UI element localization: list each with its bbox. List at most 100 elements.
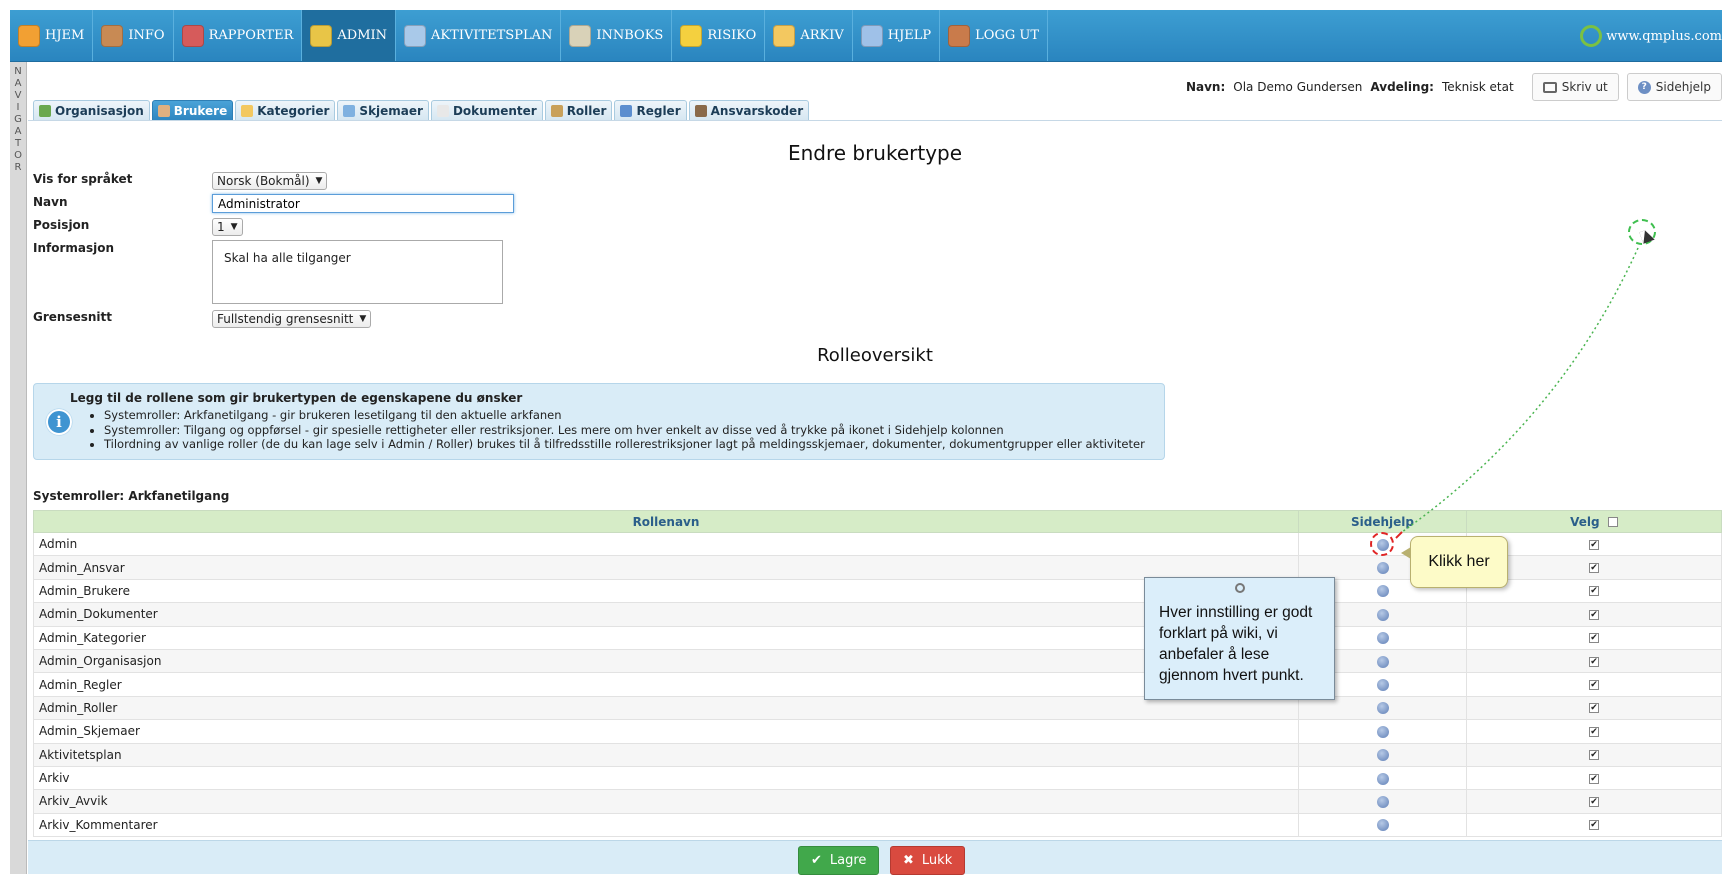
position-label: Posisjon: [33, 218, 90, 232]
help-info-icon[interactable]: [1376, 632, 1389, 645]
tab-skjemaer[interactable]: Skjemaer: [337, 100, 429, 121]
tab-label: Skjemaer: [359, 103, 423, 118]
navigator-letter: N: [14, 66, 22, 77]
select-cell: ✔: [1466, 719, 1722, 744]
role-select-checkbox[interactable]: ✔: [1589, 773, 1599, 784]
help-info-icon[interactable]: [1376, 655, 1389, 668]
help-cell: [1298, 812, 1467, 838]
tab-brukere[interactable]: Brukere: [151, 100, 234, 121]
guide-dotted-path: [1401, 247, 1639, 533]
info-box-title: Legg til de rollene som gir brukertypen …: [70, 391, 523, 405]
tab-ansvarskoder[interactable]: Ansvarskoder: [688, 100, 810, 121]
help-info-icon[interactable]: [1376, 749, 1389, 762]
navigator-letter: V: [14, 90, 22, 101]
select-cell: ✔: [1466, 672, 1722, 697]
print-button[interactable]: Skriv ut: [1531, 73, 1619, 101]
help-info-icon[interactable]: [1376, 585, 1389, 598]
brand[interactable]: www.qmplus.com: [1580, 10, 1722, 62]
user-info-line: Navn: Ola Demo Gundersen Avdeling: Tekni…: [1186, 73, 1722, 101]
help-info-icon[interactable]: [1376, 562, 1389, 575]
help-info-icon[interactable]: [1376, 702, 1389, 715]
nav-item-aktivitetsplan[interactable]: AKTIVITETSPLAN: [396, 10, 562, 61]
help-info-icon[interactable]: [1376, 772, 1389, 785]
tab-label: Organisasjon: [55, 103, 144, 118]
print-button-label: Skriv ut: [1561, 80, 1608, 94]
position-select[interactable]: 1 ▼: [212, 218, 243, 236]
table-row: Admin_Regler ✔: [33, 672, 1722, 697]
role-select-checkbox[interactable]: ✔: [1589, 703, 1599, 714]
nav-item-risiko[interactable]: RISIKO: [672, 10, 766, 61]
role-select-checkbox[interactable]: ✔: [1589, 633, 1599, 644]
nav-item-label: ARKIV: [800, 28, 844, 43]
nav-item-logg-ut[interactable]: LOGG UT: [940, 10, 1048, 61]
role-name-column-header[interactable]: Rollenavn: [33, 510, 1299, 533]
information-label: Informasjon: [33, 241, 115, 255]
role-name-cell: Admin_Regler: [33, 672, 1299, 697]
nav-item-info[interactable]: INFO: [93, 10, 174, 61]
tab-kategorier[interactable]: Kategorier: [235, 100, 336, 121]
info-icon: i: [46, 409, 72, 435]
role-select-checkbox[interactable]: ✔: [1589, 609, 1599, 620]
reports-chart-icon: [181, 24, 204, 47]
system-roles-section-title: Systemroller: Arkfanetilgang: [33, 489, 230, 503]
table-row: Admin_Organisasjon ✔: [33, 648, 1722, 674]
documents-icon: [436, 104, 449, 117]
help-info-icon[interactable]: [1376, 608, 1389, 621]
role-select-checkbox[interactable]: ✔: [1589, 820, 1599, 831]
table-row: Admin_Skjemaer ✔: [33, 719, 1722, 744]
role-select-checkbox[interactable]: ✔: [1589, 563, 1599, 574]
role-select-checkbox[interactable]: ✔: [1589, 726, 1599, 737]
click-target-marker: [1370, 532, 1394, 556]
table-row: Arkiv_Kommentarer ✔: [33, 812, 1722, 838]
nav-item-rapporter[interactable]: RAPPORTER: [174, 10, 303, 61]
role-select-checkbox[interactable]: ✔: [1589, 656, 1599, 667]
role-select-checkbox[interactable]: ✔: [1589, 750, 1599, 761]
checkmark-icon: ✔: [811, 853, 822, 868]
help-info-icon[interactable]: [1376, 725, 1389, 738]
select-cell: ✔: [1466, 602, 1722, 627]
navigator-strip[interactable]: NAVIGATOR: [10, 62, 27, 874]
help-info-icon[interactable]: [1376, 795, 1389, 808]
interface-select-value: Fullstendig grensesnitt: [217, 312, 354, 326]
nav-item-admin[interactable]: ADMIN: [302, 10, 397, 61]
help-circle-icon: ?: [1637, 80, 1651, 94]
role-select-checkbox[interactable]: ✔: [1589, 539, 1599, 550]
help-column-header: Sidehjelp: [1298, 510, 1467, 533]
qmplus-logo-icon: [1580, 25, 1603, 47]
help-info-icon[interactable]: [1376, 679, 1389, 692]
language-select[interactable]: Norsk (Bokmål) ▼: [212, 172, 328, 190]
roles-overview-title: Rolleoversikt: [817, 345, 933, 366]
page-help-button[interactable]: ? Sidehjelp: [1626, 73, 1722, 101]
nav-item-label: INFO: [128, 28, 165, 43]
nav-item-arkiv[interactable]: ARKIV: [765, 10, 853, 61]
navigator-letter: A: [14, 78, 22, 89]
role-name-cell: Arkiv: [33, 765, 1299, 791]
close-button[interactable]: ✖ Lukk: [890, 846, 966, 875]
help-cell: [1298, 789, 1467, 814]
role-name-cell: Admin_Dokumenter: [33, 602, 1299, 627]
tab-organisasjon[interactable]: Organisasjon: [33, 100, 150, 121]
nav-item-label: LOGG UT: [975, 28, 1039, 43]
select-cell: ✔: [1466, 648, 1722, 674]
select-all-checkbox[interactable]: [1607, 517, 1618, 527]
dropdown-caret-icon: ▼: [230, 222, 238, 232]
table-row: Admin_Kategorier ✔: [33, 625, 1722, 650]
interface-select[interactable]: Fullstendig grensesnitt ▼: [212, 310, 372, 328]
tab-roller[interactable]: Roller: [544, 100, 613, 121]
language-label: Vis for språket: [33, 172, 133, 186]
role-select-checkbox[interactable]: ✔: [1589, 586, 1599, 597]
save-button[interactable]: ✔ Lagre: [798, 846, 880, 875]
nav-item-hjem[interactable]: HJEM: [10, 10, 94, 61]
click-here-tooltip: Klikk her: [1401, 536, 1508, 588]
tab-dokumenter[interactable]: Dokumenter: [430, 100, 543, 121]
role-select-checkbox[interactable]: ✔: [1589, 796, 1599, 807]
information-textarea[interactable]: Skal ha alle tilganger: [212, 240, 503, 304]
role-select-checkbox[interactable]: ✔: [1589, 680, 1599, 691]
tab-regler[interactable]: Regler: [614, 100, 687, 121]
help-info-icon[interactable]: [1376, 819, 1389, 832]
nav-item-hjelp[interactable]: HJELP: [853, 10, 941, 61]
name-input[interactable]: [212, 194, 514, 213]
nav-item-innboks[interactable]: INNBOKS: [561, 10, 673, 61]
rules-wrench-icon: [620, 104, 633, 117]
info-box-list: Systemroller: Arkfanetilgang - gir bruke…: [92, 408, 1145, 452]
